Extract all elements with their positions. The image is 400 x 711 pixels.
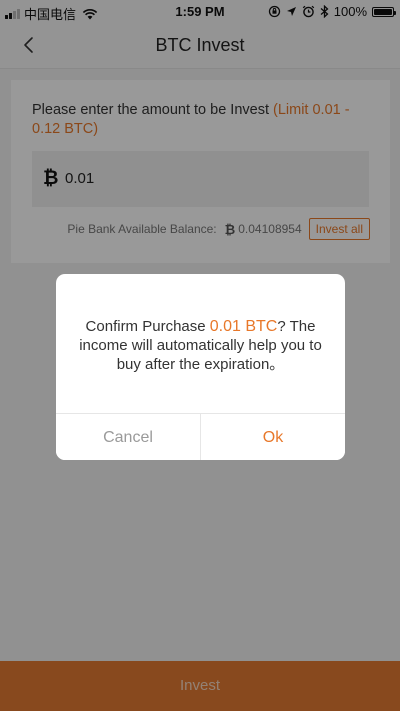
ok-button[interactable]: Ok <box>201 414 345 460</box>
dialog-message-prefix: Confirm Purchase <box>85 318 210 335</box>
cancel-button[interactable]: Cancel <box>56 414 201 460</box>
dialog-message: Confirm Purchase 0.01 BTC? The income wi… <box>74 317 327 374</box>
dialog-actions: Cancel Ok <box>56 413 345 460</box>
dialog-amount: 0.01 BTC <box>209 318 278 335</box>
confirm-purchase-dialog: Confirm Purchase 0.01 BTC? The income wi… <box>56 274 345 460</box>
